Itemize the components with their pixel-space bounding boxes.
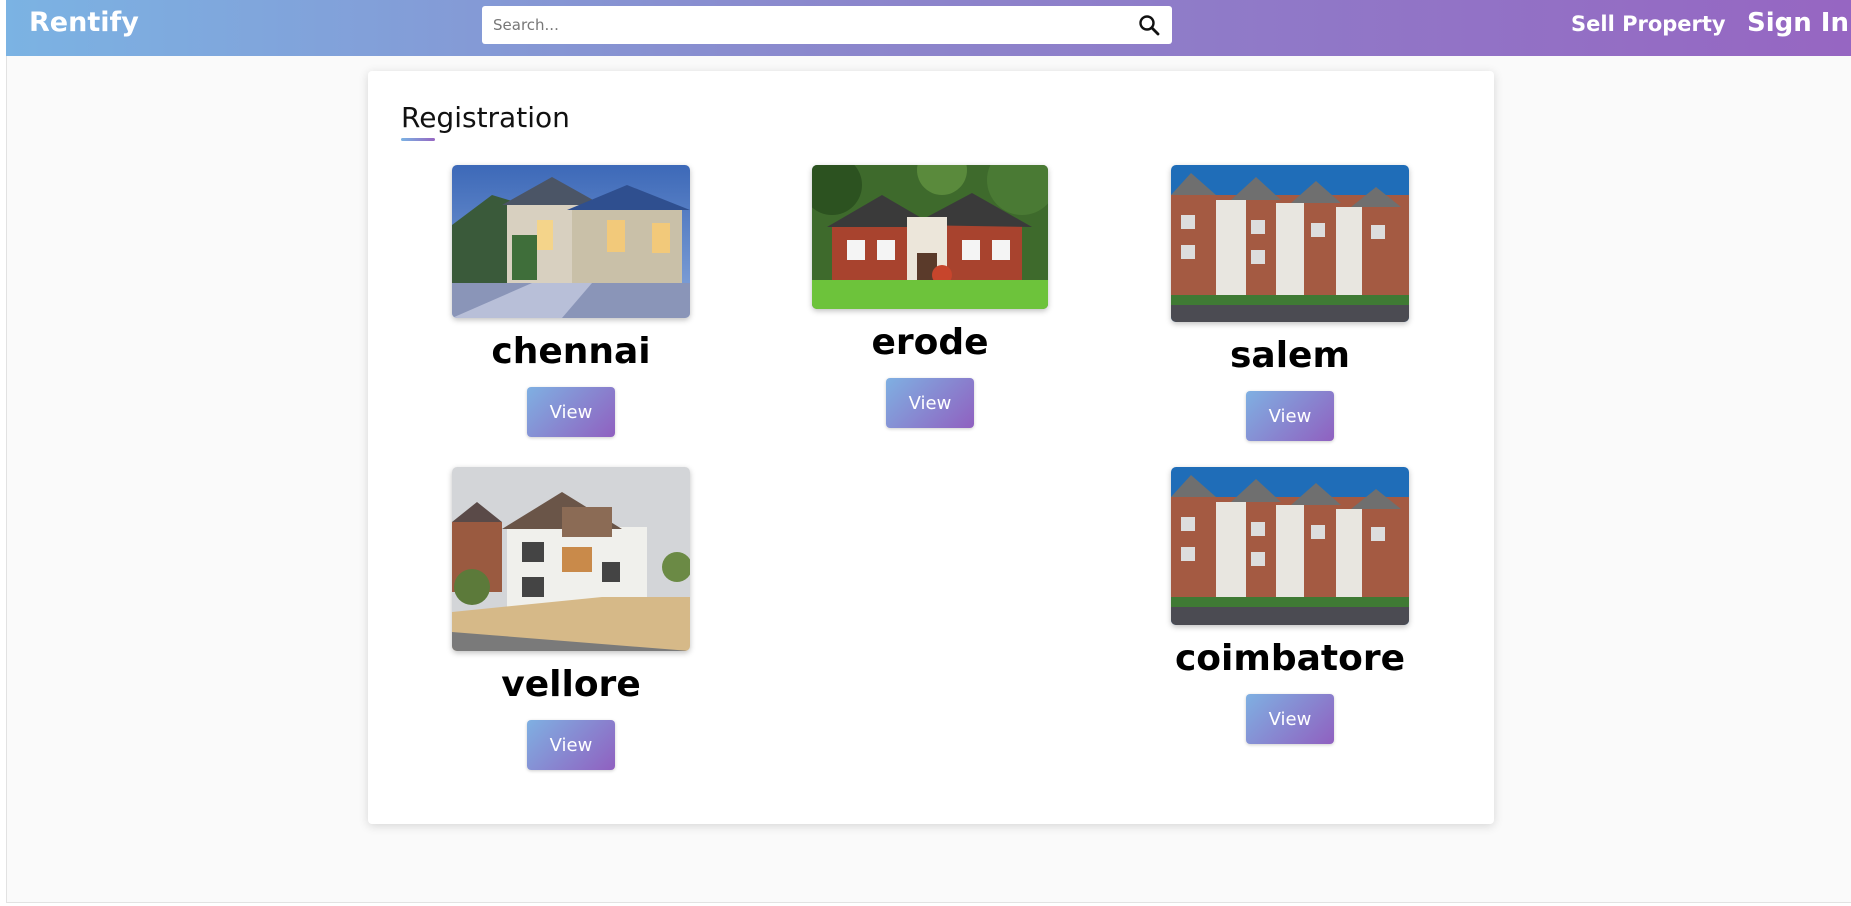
city-name: chennai — [491, 331, 651, 372]
property-image-salem — [1171, 165, 1409, 322]
city-name: salem — [1230, 335, 1350, 376]
brand-logo[interactable]: Rentify — [29, 7, 139, 38]
view-button-vellore[interactable]: View — [527, 720, 615, 770]
listing-card-salem: salem View — [1171, 165, 1409, 441]
city-name: vellore — [501, 664, 641, 705]
search-input[interactable] — [482, 6, 1122, 44]
view-button-chennai[interactable]: View — [527, 387, 615, 437]
listing-card-vellore: vellore View — [452, 467, 690, 770]
page-title: Registration — [401, 101, 570, 134]
search-icon[interactable] — [1136, 12, 1162, 38]
view-button-erode[interactable]: View — [886, 378, 974, 428]
property-image-vellore — [452, 467, 690, 651]
city-name: erode — [871, 322, 989, 363]
search-bar — [482, 6, 1172, 44]
property-image-erode — [812, 165, 1048, 309]
property-image-coimbatore — [1171, 467, 1409, 625]
navbar: Rentify Sell Property Sign In — [6, 0, 1851, 56]
sign-in-link[interactable]: Sign In — [1747, 8, 1849, 38]
sell-property-link[interactable]: Sell Property — [1571, 12, 1726, 36]
view-button-salem[interactable]: View — [1246, 391, 1334, 441]
property-image-chennai — [452, 165, 690, 318]
listing-card-coimbatore: coimbatore View — [1161, 467, 1419, 744]
view-button-coimbatore[interactable]: View — [1246, 694, 1334, 744]
registration-card: Registration chennai View erode View sal… — [368, 71, 1494, 824]
title-underline — [401, 138, 435, 141]
listing-card-erode: erode View — [812, 165, 1048, 428]
listing-card-chennai: chennai View — [452, 165, 690, 437]
city-name: coimbatore — [1174, 638, 1406, 679]
